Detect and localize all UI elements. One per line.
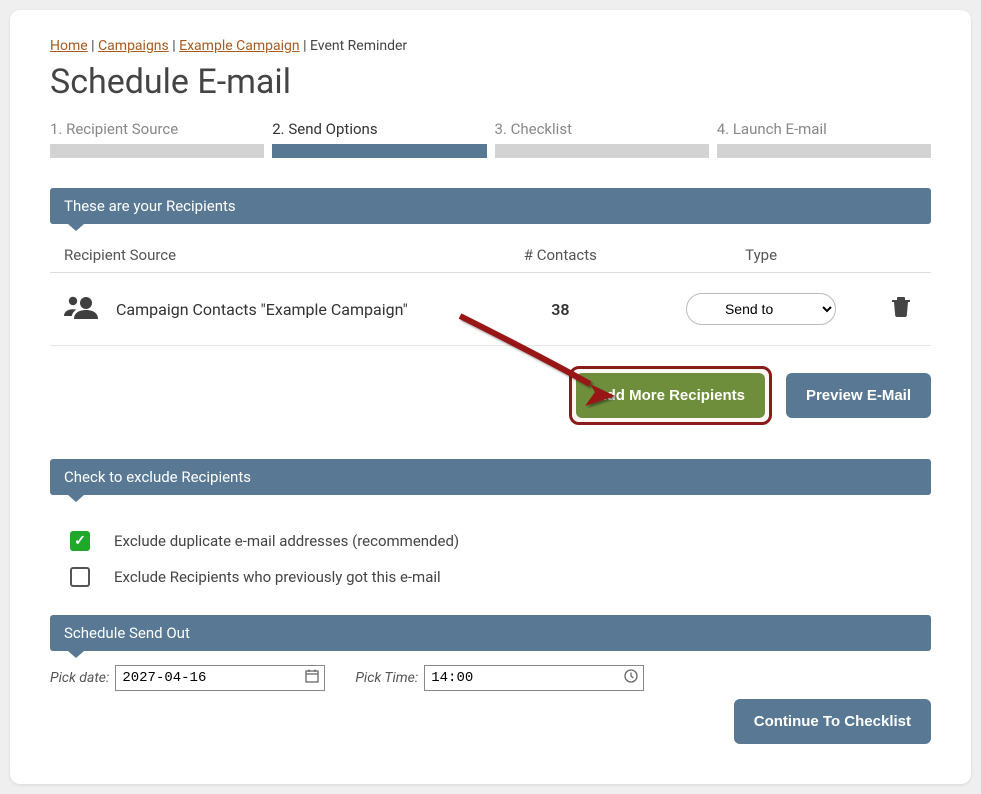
row-count: 38	[551, 300, 569, 319]
exclude-previous-label: Exclude Recipients who previously got th…	[114, 568, 441, 586]
exclude-options: Exclude duplicate e-mail addresses (reco…	[50, 505, 931, 615]
people-icon	[64, 295, 98, 323]
continue-to-checklist-button[interactable]: Continue To Checklist	[734, 699, 931, 744]
step-checklist[interactable]: 3. Checklist	[495, 120, 709, 158]
row-source-text: Campaign Contacts "Example Campaign"	[116, 300, 408, 319]
page-title: Schedule E-mail	[50, 62, 931, 102]
exclude-duplicates-label: Exclude duplicate e-mail addresses (reco…	[114, 532, 459, 550]
panel-header-schedule: Schedule Send Out	[50, 615, 931, 651]
recipient-button-row: Add More Recipients Preview E-Mail	[50, 366, 931, 425]
exclude-duplicates-checkbox[interactable]	[70, 531, 90, 551]
exclude-previous-checkbox[interactable]	[70, 567, 90, 587]
breadcrumb-campaigns[interactable]: Campaigns	[98, 38, 169, 54]
wizard-steps: 1. Recipient Source 2. Send Options 3. C…	[50, 120, 931, 158]
add-more-recipients-button[interactable]: Add More Recipients	[576, 373, 765, 418]
recipients-table: Recipient Source # Contacts Type Campaig…	[50, 238, 931, 346]
col-source: Recipient Source	[54, 246, 473, 264]
col-contacts: # Contacts	[473, 246, 648, 264]
type-select[interactable]: Send to	[686, 293, 836, 325]
breadcrumb-home[interactable]: Home	[50, 38, 88, 54]
breadcrumb-current: Event Reminder	[310, 38, 407, 54]
breadcrumb-example-campaign[interactable]: Example Campaign	[179, 38, 299, 54]
table-row: Campaign Contacts "Example Campaign" 38 …	[50, 273, 931, 346]
trash-icon[interactable]	[892, 302, 910, 321]
col-type: Type	[648, 246, 875, 264]
main-card: Home | Campaigns | Example Campaign | Ev…	[10, 10, 971, 784]
preview-email-button[interactable]: Preview E-Mail	[786, 373, 931, 418]
annotation-highlight: Add More Recipients	[569, 366, 772, 425]
breadcrumb: Home | Campaigns | Example Campaign | Ev…	[50, 38, 931, 54]
pick-time-label: Pick Time:	[355, 670, 418, 686]
schedule-row: Pick date: Pick Time:	[50, 665, 931, 691]
pick-date-label: Pick date:	[50, 670, 109, 686]
panel-header-recipients: These are your Recipients	[50, 188, 931, 224]
step-recipient-source[interactable]: 1. Recipient Source	[50, 120, 264, 158]
pick-date-input[interactable]	[115, 665, 325, 691]
step-send-options[interactable]: 2. Send Options	[272, 120, 486, 158]
panel-header-exclude: Check to exclude Recipients	[50, 459, 931, 495]
step-launch-email[interactable]: 4. Launch E-mail	[717, 120, 931, 158]
pick-time-input[interactable]	[424, 665, 644, 691]
